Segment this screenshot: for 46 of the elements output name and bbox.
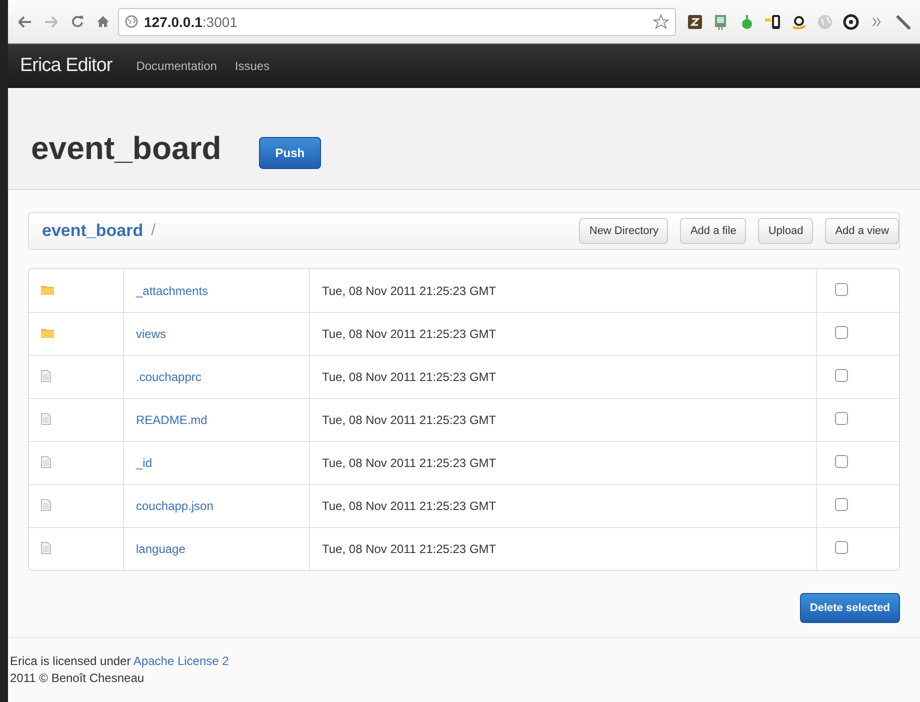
file-link[interactable]: couchapp.json: [136, 499, 214, 513]
select-checkbox[interactable]: [835, 282, 848, 296]
select-checkbox[interactable]: [835, 541, 848, 554]
file-link[interactable]: README.md: [136, 413, 208, 427]
breadcrumb-link[interactable]: event_board: [42, 221, 144, 241]
page-info-icon: [125, 15, 138, 28]
file-icon: [41, 498, 51, 510]
modified-date: Tue, 08 Nov 2011 21:25:23 GMT: [310, 398, 817, 441]
modified-date: Tue, 08 Nov 2011 21:25:23 GMT: [310, 527, 817, 570]
select-checkbox[interactable]: [835, 369, 848, 382]
file-link[interactable]: views: [136, 327, 166, 341]
folder-icon: [41, 328, 54, 338]
copyright-text: 2011 © Benoît Chesneau: [10, 671, 146, 685]
delete-selected-button[interactable]: Delete selected: [800, 593, 900, 623]
select-checkbox[interactable]: [835, 498, 848, 511]
file-link[interactable]: language: [136, 542, 186, 556]
select-checkbox[interactable]: [835, 326, 848, 339]
action-button[interactable]: New Directory: [579, 218, 668, 244]
modified-date: Tue, 08 Nov 2011 21:25:23 GMT: [310, 269, 817, 312]
file-icon: [41, 456, 51, 468]
file-link[interactable]: .couchapprc: [136, 370, 202, 384]
license-link[interactable]: Apache License 2: [133, 654, 229, 668]
nav-link[interactable]: Documentation: [136, 59, 217, 73]
brand-link[interactable]: Erica Editor: [20, 55, 112, 77]
push-button[interactable]: Push: [259, 136, 321, 168]
action-button[interactable]: Add a view: [825, 218, 899, 244]
license-text: Erica is licensed under Apache License 2: [10, 654, 230, 668]
breadcrumb-separator: /: [151, 222, 156, 240]
file-link[interactable]: _attachments: [136, 284, 208, 298]
file-icon: [41, 542, 51, 554]
select-checkbox[interactable]: [835, 455, 848, 468]
address-bar[interactable]: 127.0.0.1:3001: [118, 8, 676, 36]
select-checkbox[interactable]: [835, 412, 848, 425]
file-icon: [41, 412, 51, 424]
modified-date: Tue, 08 Nov 2011 21:25:23 GMT: [310, 484, 817, 527]
action-button[interactable]: Add a file: [680, 218, 746, 244]
file-link[interactable]: _id: [136, 456, 152, 470]
nav-link[interactable]: Issues: [234, 59, 270, 73]
page-title: event_board: [31, 130, 222, 167]
file-icon: [41, 370, 51, 382]
action-button[interactable]: Upload: [758, 218, 814, 244]
modified-date: Tue, 08 Nov 2011 21:25:23 GMT: [310, 441, 817, 484]
modified-date: Tue, 08 Nov 2011 21:25:23 GMT: [310, 312, 817, 355]
star-icon[interactable]: [653, 14, 669, 30]
folder-icon: [41, 284, 54, 294]
modified-date: Tue, 08 Nov 2011 21:25:23 GMT: [310, 355, 817, 398]
